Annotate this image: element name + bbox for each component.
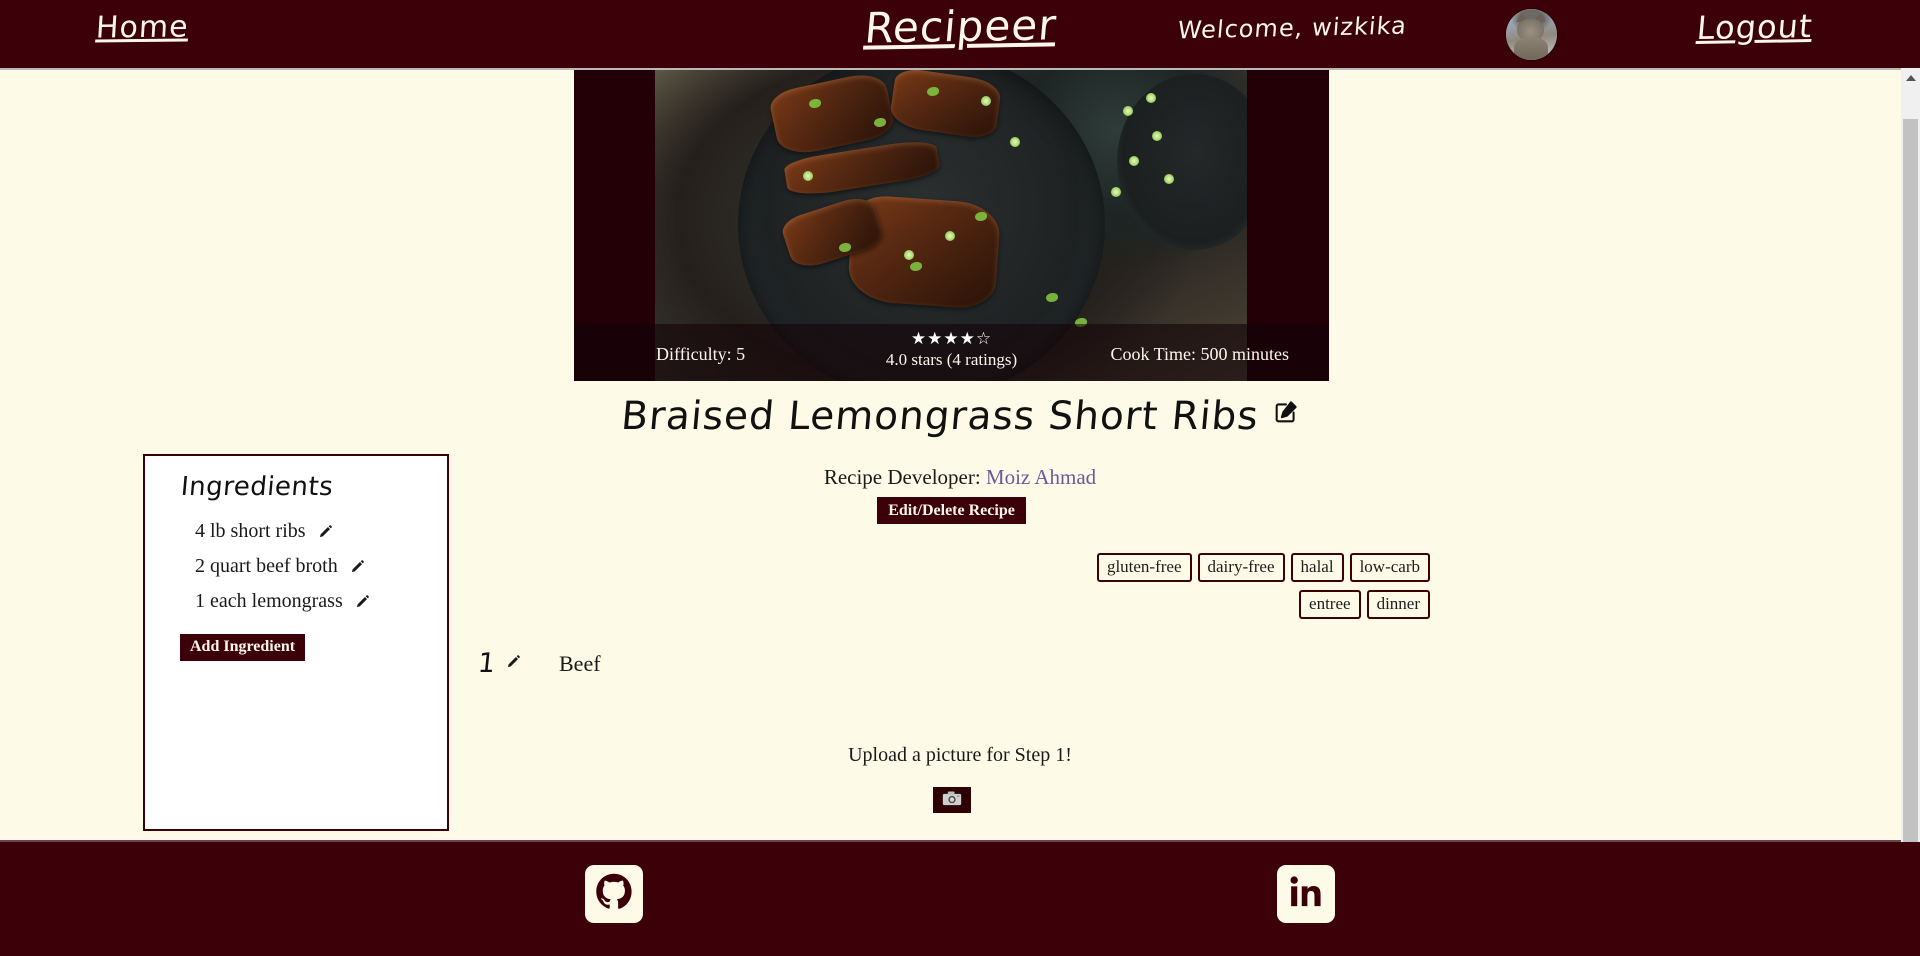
- pencil-icon[interactable]: [355, 592, 370, 615]
- header-divider: [0, 68, 1901, 70]
- avatar[interactable]: [1506, 9, 1557, 60]
- recipe-hero: Difficulty: 5 ★★★★☆ 4.0 stars (4 ratings…: [574, 68, 1329, 381]
- photo-scallion: [945, 230, 956, 241]
- camera-icon: [942, 791, 962, 809]
- photo-scallion: [1010, 136, 1021, 147]
- nav-welcome-text: Welcome, wizkika: [1176, 11, 1409, 45]
- photo-herb: [909, 262, 922, 272]
- ingredients-heading: Ingredients: [179, 472, 335, 502]
- tag-row-diet: gluten-free dairy-free halal low-carb: [1090, 553, 1430, 582]
- footer-divider: [0, 840, 1901, 842]
- nav-brand-logo[interactable]: Recipeer: [863, 0, 1059, 52]
- photo-herb: [974, 211, 987, 221]
- scrollbar-footer-overlay: [1901, 842, 1920, 956]
- upload-prompt-label: Upload a picture for Step 1!: [848, 744, 1072, 766]
- photo-herb: [838, 243, 851, 253]
- ingredient-text: 2 quart beef broth: [195, 555, 338, 577]
- page-title: Braised Lemongrass Short Ribs: [0, 394, 1920, 439]
- nav-logout-link[interactable]: Logout: [1695, 7, 1814, 47]
- page-footer: [0, 842, 1920, 956]
- github-icon: [595, 873, 633, 916]
- step-text: Beef: [559, 650, 601, 676]
- tag-gluten-free[interactable]: gluten-free: [1096, 553, 1192, 582]
- list-item: 4 lb short ribs: [195, 520, 370, 545]
- tag-dairy-free[interactable]: dairy-free: [1197, 553, 1285, 582]
- step-row: 1 Beef: [476, 648, 601, 679]
- tag-halal[interactable]: halal: [1290, 553, 1344, 582]
- vertical-scrollbar[interactable]: [1901, 68, 1920, 878]
- tag-low-carb[interactable]: low-carb: [1349, 553, 1430, 582]
- add-ingredient-button[interactable]: Add Ingredient: [180, 634, 306, 661]
- linkedin-icon: [1289, 875, 1323, 914]
- recipe-tags: gluten-free dairy-free halal low-carb en…: [1090, 553, 1430, 627]
- cook-time-label: Cook Time: 500 minutes: [1110, 344, 1289, 364]
- nav-home-link[interactable]: Home: [95, 10, 190, 46]
- page-root: Home Recipeer Welcome, wizkika Logout Di…: [0, 0, 1920, 956]
- avatar-cat-body: [1514, 37, 1548, 60]
- recipe-title-text: Braised Lemongrass Short Ribs: [619, 394, 1261, 439]
- pencil-icon[interactable]: [350, 557, 365, 580]
- footer-inner: [550, 842, 1370, 956]
- recipe-meta-bar: Difficulty: 5 ★★★★☆ 4.0 stars (4 ratings…: [574, 324, 1329, 381]
- developer-link[interactable]: Moiz Ahmad: [986, 465, 1096, 489]
- github-link[interactable]: [585, 865, 643, 923]
- edit-square-icon[interactable]: [1273, 390, 1299, 435]
- ingredients-list: 4 lb short ribs 2 quart beef broth 1 eac…: [195, 520, 370, 625]
- step-number: 1: [476, 648, 497, 679]
- ingredient-text: 4 lb short ribs: [195, 520, 306, 542]
- pencil-icon[interactable]: [506, 654, 521, 674]
- photo-scallion: [1128, 155, 1139, 166]
- photo-scallion: [1152, 130, 1163, 141]
- ingredients-panel: Ingredients 4 lb short ribs 2 quart beef…: [143, 454, 449, 831]
- list-item: 1 each lemongrass: [195, 590, 370, 615]
- ingredient-text: 1 each lemongrass: [195, 590, 343, 612]
- tag-row-meal: entree dinner: [1090, 590, 1430, 619]
- scrollbar-thumb[interactable]: [1903, 119, 1918, 859]
- chevron-up-icon: [1905, 74, 1916, 81]
- scroll-up-button[interactable]: [1901, 68, 1920, 87]
- tag-entree[interactable]: entree: [1299, 590, 1361, 619]
- edit-delete-recipe-button[interactable]: Edit/Delete Recipe: [877, 497, 1026, 524]
- tag-dinner[interactable]: dinner: [1366, 590, 1430, 619]
- photo-scallion: [1110, 186, 1121, 197]
- photo-scallion: [903, 249, 914, 260]
- pencil-icon[interactable]: [318, 522, 333, 545]
- top-navbar: Home Recipeer Welcome, wizkika Logout: [0, 0, 1920, 68]
- linkedin-link[interactable]: [1277, 865, 1335, 923]
- upload-picture-button[interactable]: [933, 787, 971, 813]
- list-item: 2 quart beef broth: [195, 555, 370, 580]
- photo-scallion: [980, 96, 991, 107]
- photo-scallion: [1122, 105, 1133, 116]
- developer-prefix-label: Recipe Developer:: [823, 465, 981, 489]
